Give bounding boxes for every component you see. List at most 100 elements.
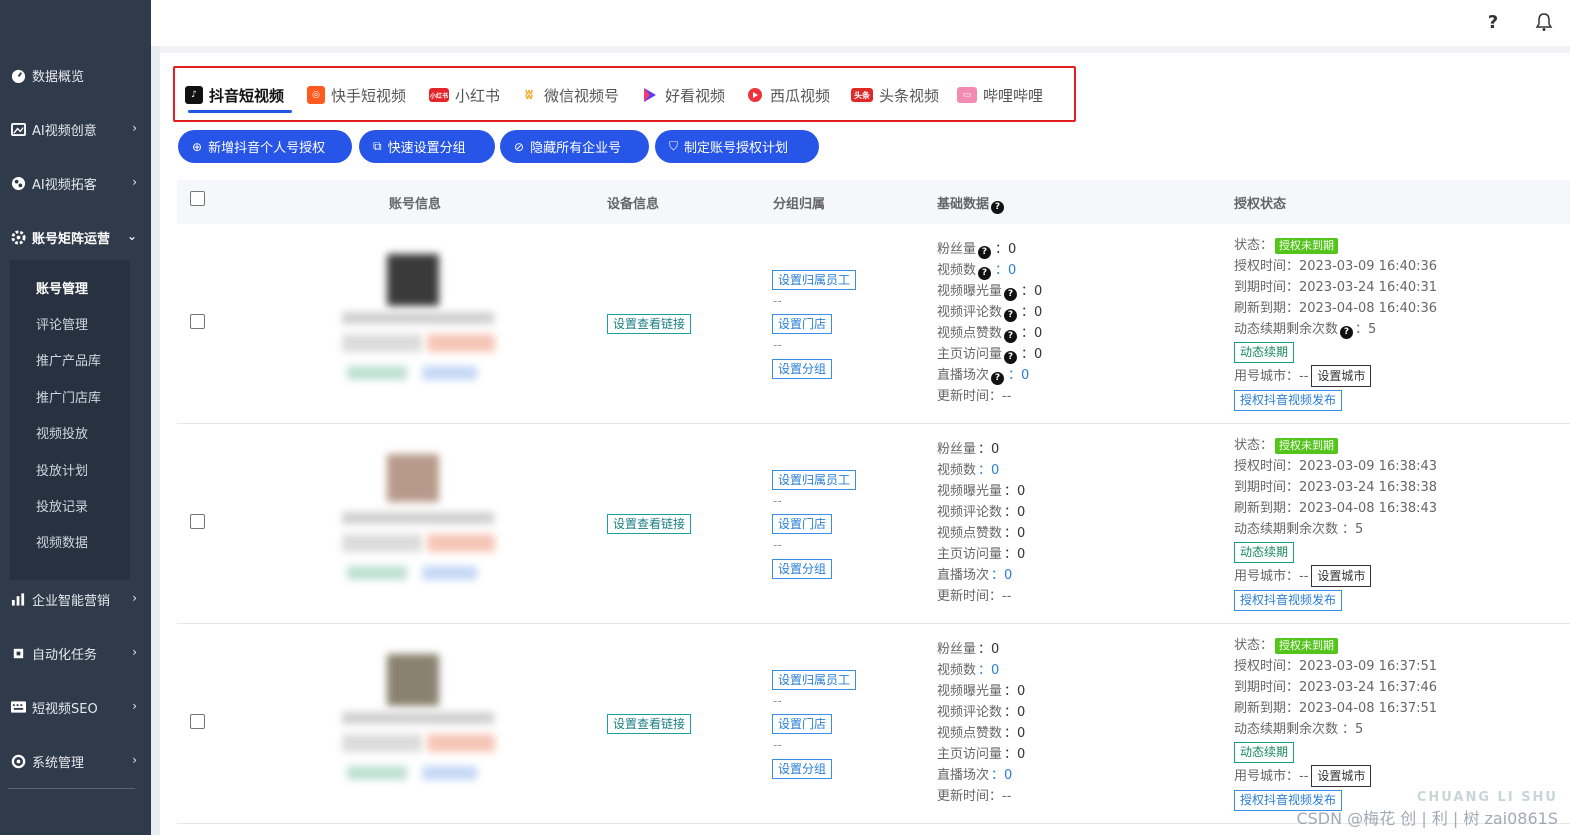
set-city-button[interactable]: 设置城市 <box>1311 765 1372 787</box>
stat-value: ：0 <box>1008 368 1030 383</box>
submenu-item-video-delivery[interactable]: 视频投放 <box>36 423 88 442</box>
sidebar-item-ai-video-creative[interactable]: AI视频创意 › <box>0 114 151 144</box>
dynamic-renew-button[interactable]: 动态续期 <box>1234 542 1295 563</box>
authorize-publish-button[interactable]: 授权抖音视频发布 <box>1234 590 1343 611</box>
sidebar-item-ai-video-acquire[interactable]: AI视频拓客 › <box>0 168 151 198</box>
submenu-item-comment-manage[interactable]: 评论管理 <box>36 314 88 333</box>
tab-kuaishou[interactable]: ◎ 快手短视频 <box>307 83 406 107</box>
help-icon[interactable]: ? <box>978 266 992 280</box>
set-view-link-button[interactable]: 设置查看链接 <box>607 714 692 734</box>
help-icon[interactable]: ? <box>1479 8 1507 36</box>
chevron-down-icon: ⌄ <box>126 229 137 243</box>
table-row: 设置查看链接 设置归属员工 -- 设置门店 -- 设置分组 粉丝量 ：0 视频数：… <box>177 424 1570 624</box>
auth-status: 状态： 授权未到期 <box>1234 636 1339 656</box>
platform-tabs: ♪ 抖音短视频 ◎ 快手短视频 小红书 小红书 ʬ 微信视频号 好看视频 西瓜视 <box>173 66 1076 122</box>
submenu-item-delivery-record[interactable]: 投放记录 <box>36 496 88 515</box>
account-tag-blurred <box>427 334 495 352</box>
stat-label: 视频评论数 <box>937 305 1003 320</box>
help-icon[interactable]: ? <box>1340 325 1354 339</box>
sidebar-item-account-matrix[interactable]: 账号矩阵运营 ⌄ <box>0 222 151 252</box>
auth-plan-button[interactable]: ⛉ 制定账号授权计划 <box>655 130 819 163</box>
submenu-item-video-data[interactable]: 视频数据 <box>36 532 88 551</box>
dynamic-renew-button[interactable]: 动态续期 <box>1234 742 1295 763</box>
help-icon[interactable]: ? <box>978 245 992 259</box>
help-icon[interactable]: ? <box>1004 287 1018 301</box>
expire-time: 到期时间：2023-03-24 16:40:31 <box>1234 280 1438 295</box>
sidebar-item-video-seo[interactable]: 短视频SEO › <box>0 692 151 722</box>
dashboard-icon <box>10 67 26 83</box>
account-name-blurred <box>342 312 494 324</box>
set-store-button[interactable]: 设置门店 <box>772 714 833 734</box>
set-city-button[interactable]: 设置城市 <box>1311 365 1372 387</box>
stat-value: ：0 <box>978 642 1000 657</box>
city-info: 用号城市：-- 设置城市 <box>1234 365 1372 387</box>
stat-value: ：0 <box>1004 505 1026 520</box>
hide-enterprise-button[interactable]: ⊘ 隐藏所有企业号 <box>500 130 649 163</box>
set-city-button[interactable]: 设置城市 <box>1311 565 1372 587</box>
submenu-item-store-library[interactable]: 推广门店库 <box>36 387 101 406</box>
help-icon[interactable]: ? <box>1004 308 1018 322</box>
sidebar-item-system[interactable]: 系统管理 › <box>0 746 151 776</box>
live-count-stat: 直播场次 ：0 <box>937 766 1012 786</box>
account-id-blurred <box>342 334 422 352</box>
stat-value: ：0 <box>991 568 1013 583</box>
row-checkbox[interactable] <box>190 314 205 329</box>
row-checkbox[interactable] <box>190 714 205 729</box>
help-icon[interactable]: ? <box>1004 329 1018 343</box>
tab-toutiao[interactable]: 头条 头条视频 <box>851 83 939 107</box>
tab-label: 微信视频号 <box>544 86 620 105</box>
add-douyin-auth-button[interactable]: ⊕ 新增抖音个人号授权 <box>178 130 352 163</box>
set-store-button[interactable]: 设置门店 <box>772 314 833 334</box>
set-view-link-button[interactable]: 设置查看链接 <box>607 314 692 334</box>
quick-group-button[interactable]: ⧉ 快速设置分组 <box>359 130 495 163</box>
tab-haokan[interactable]: 好看视频 <box>641 83 725 107</box>
tab-xiaohongshu[interactable]: 小红书 小红书 <box>429 83 500 107</box>
sidebar-item-automation[interactable]: 自动化任务 › <box>0 638 151 668</box>
submenu-item-product-library[interactable]: 推广产品库 <box>36 350 101 369</box>
tab-xigua[interactable]: 西瓜视频 <box>746 83 830 107</box>
set-view-link-button[interactable]: 设置查看链接 <box>607 514 692 534</box>
shield-icon: ⛉ <box>669 139 679 153</box>
globe-icon <box>10 175 26 191</box>
stat-value: ：0 <box>995 263 1017 278</box>
city-label: 用号城市：-- <box>1234 369 1309 384</box>
dynamic-renew-button[interactable]: 动态续期 <box>1234 342 1295 363</box>
sidebar-item-dashboard[interactable]: 数据概览 <box>0 60 151 90</box>
tab-bilibili[interactable]: ▭ 哔哩哔哩 <box>957 83 1043 107</box>
renew-remaining: 动态续期剩余次数? ：5 <box>1234 320 1376 340</box>
account-tag-blurred <box>422 566 477 580</box>
sidebar-item-enterprise-marketing[interactable]: 企业智能营销 › <box>0 584 151 614</box>
set-employee-button[interactable]: 设置归属员工 <box>772 270 857 290</box>
bell-icon[interactable] <box>1530 8 1558 36</box>
authorize-publish-button[interactable]: 授权抖音视频发布 <box>1234 390 1343 411</box>
gear-icon <box>10 229 26 245</box>
account-tag-blurred <box>427 534 495 552</box>
settings-icon <box>10 753 26 769</box>
live-count-stat: 直播场次 ：0 <box>937 566 1012 586</box>
tab-label: 哔哩哔哩 <box>983 86 1044 105</box>
submenu-item-account-manage[interactable]: 账号管理 <box>36 278 88 297</box>
set-employee-button[interactable]: 设置归属员工 <box>772 470 857 490</box>
button-label: 隐藏所有企业号 <box>530 141 622 156</box>
eye-off-icon: ⊘ <box>514 139 525 154</box>
sidebar-item-label: 企业智能营销 <box>32 593 111 609</box>
submenu-item-delivery-plan[interactable]: 投放计划 <box>36 460 88 479</box>
select-all-checkbox[interactable] <box>190 191 205 206</box>
status-label: 状态： <box>1234 638 1274 653</box>
help-icon[interactable]: ? <box>991 200 1005 214</box>
set-group-button[interactable]: 设置分组 <box>772 559 833 579</box>
store-value: -- <box>773 538 782 552</box>
expire-time: 到期时间：2023-03-24 16:37:46 <box>1234 680 1438 695</box>
row-checkbox[interactable] <box>190 514 205 529</box>
chevron-right-icon: › <box>132 121 137 135</box>
set-group-button[interactable]: 设置分组 <box>772 759 833 779</box>
help-icon[interactable]: ? <box>991 371 1005 385</box>
set-store-button[interactable]: 设置门店 <box>772 514 833 534</box>
help-icon[interactable]: ? <box>1004 350 1018 364</box>
stat-label: 视频点赞数 <box>937 326 1003 341</box>
set-group-button[interactable]: 设置分组 <box>772 359 833 379</box>
renew-value: ：5 <box>1342 722 1364 737</box>
set-employee-button[interactable]: 设置归属员工 <box>772 670 857 690</box>
tab-douyin[interactable]: ♪ 抖音短视频 <box>185 83 284 107</box>
tab-wechat-channels[interactable]: ʬ 微信视频号 <box>520 83 619 107</box>
